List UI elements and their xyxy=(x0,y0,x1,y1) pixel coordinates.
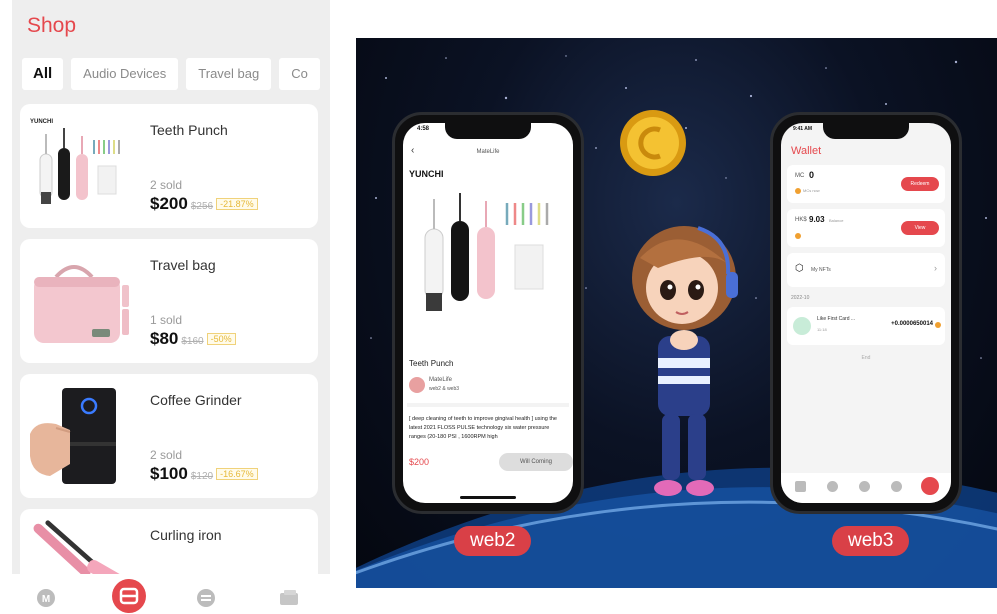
product-old-price: $160 xyxy=(181,336,204,347)
divider xyxy=(407,403,569,407)
product-card-travel-bag[interactable]: Travel bag 1 sold $80 $160 -50% xyxy=(20,239,318,363)
tab-co[interactable]: Co xyxy=(279,58,320,90)
mc-sub: MCs now xyxy=(803,188,820,193)
tab-audio-devices[interactable]: Audio Devices xyxy=(71,58,179,90)
date-filter[interactable]: 2022-10 xyxy=(791,295,809,301)
web2-screen: 4:58 ‹ MateLife YUNCHI Teeth Punch MateL… xyxy=(403,123,573,503)
product-card-teeth-punch[interactable]: YUNCHI Teeth Punch 2 sold $200 $256 -21.87… xyxy=(20,104,318,228)
card-icon[interactable] xyxy=(278,588,300,608)
shop-icon[interactable] xyxy=(827,481,838,492)
product-name: Coffee Grinder xyxy=(150,392,242,408)
product-title: Teeth Punch xyxy=(409,359,454,368)
phone-notch xyxy=(823,123,909,139)
product-price-row: $100 $120 -16.67% xyxy=(150,464,258,484)
m-icon[interactable]: M xyxy=(36,588,56,608)
product-name: Teeth Punch xyxy=(150,122,228,138)
view-button[interactable]: View xyxy=(901,221,939,235)
gold-coin-icon xyxy=(620,110,686,176)
phone-notch xyxy=(445,123,531,139)
chevron-right-icon: › xyxy=(934,263,937,273)
seller-name: MateLife xyxy=(429,377,453,383)
product-sold: 2 sold xyxy=(150,448,183,462)
promo-space-banner: 4:58 ‹ MateLife YUNCHI Teeth Punch MateL… xyxy=(356,38,997,588)
home-icon[interactable] xyxy=(795,481,806,492)
product-name: Curling iron xyxy=(150,527,222,543)
phone-price: $200 xyxy=(409,457,430,467)
water-flosser-image: YUNCHI xyxy=(26,114,138,218)
shop-panel: Shop All Audio Devices Travel bag Co YUN… xyxy=(12,0,330,614)
coffee-grinder-image xyxy=(26,384,138,488)
transaction-icon xyxy=(793,317,811,335)
wallet-icon[interactable] xyxy=(921,477,939,495)
home-indicator xyxy=(460,496,516,499)
coin-icon xyxy=(795,233,801,239)
hks-sub: Balance xyxy=(829,218,844,223)
product-price-row: $200 $256 -21.87% xyxy=(150,194,258,214)
seller-avatar xyxy=(409,377,425,393)
web2-phone: 4:58 ‹ MateLife YUNCHI Teeth Punch MateL… xyxy=(392,112,584,514)
chat-icon[interactable] xyxy=(196,588,216,608)
mc-label: MC xyxy=(795,173,805,179)
seller-sub: web2 & web3 xyxy=(429,386,460,392)
hks-value: 9.03 xyxy=(809,215,825,224)
status-time: 4:58 xyxy=(417,126,430,132)
character-figure xyxy=(632,226,738,496)
transaction-time: 11:18 xyxy=(817,327,827,332)
tab-travel-bag[interactable]: Travel bag xyxy=(186,58,272,90)
transaction-row[interactable]: Like First Card ... 11:18 +0.0000650014 xyxy=(787,307,945,345)
header-title: MateLife xyxy=(476,149,500,155)
product-price: $100 xyxy=(150,464,188,483)
will-coming-button[interactable]: Will Coming xyxy=(499,453,573,471)
shop-title: Shop xyxy=(27,14,77,37)
svg-text:M: M xyxy=(42,594,50,605)
product-price: $80 xyxy=(150,329,179,348)
product-old-price: $256 xyxy=(190,201,214,212)
coin-icon xyxy=(795,188,801,194)
end-label: End xyxy=(861,355,871,361)
mc-card: MC 0 MCs now Redeem xyxy=(787,165,945,203)
nft-icon: ⬡ xyxy=(795,263,804,274)
wallet-bottom-nav xyxy=(781,473,951,503)
product-name: Travel bag xyxy=(150,257,216,273)
web3-phone: 9:41 AM Wallet MC 0 MCs now Redeem HK$ 9… xyxy=(770,112,962,514)
web3-label: web3 xyxy=(832,526,910,556)
web3-screen: 9:41 AM Wallet MC 0 MCs now Redeem HK$ 9… xyxy=(781,123,951,503)
product-old-price: $120 xyxy=(190,471,214,482)
status-time: 9:41 AM xyxy=(793,126,812,132)
m-icon[interactable] xyxy=(859,481,870,492)
svg-text:YUNCHI: YUNCHI xyxy=(30,119,53,125)
product-discount-badge: -21.87% xyxy=(216,198,258,210)
shop-icon[interactable] xyxy=(111,578,147,614)
web2-label: web2 xyxy=(454,526,532,556)
product-discount-badge: -50% xyxy=(206,333,236,345)
product-price: $200 xyxy=(150,194,188,213)
product-image xyxy=(424,193,549,311)
my-nfts-row[interactable]: ⬡ My NFTs › xyxy=(787,253,945,287)
product-sold: 2 sold xyxy=(150,178,183,192)
tab-all[interactable]: All xyxy=(22,58,64,90)
transaction-amount: +0.0000650014 xyxy=(891,321,933,327)
chat-icon[interactable] xyxy=(891,481,902,492)
wallet-title: Wallet xyxy=(791,145,822,157)
product-sold: 1 sold xyxy=(150,313,183,327)
mc-value: 0 xyxy=(809,170,815,180)
my-nfts-label: My NFTs xyxy=(811,267,831,273)
product-description: [ deep cleaning of teeth to improve ging… xyxy=(409,416,557,440)
transaction-title: Like First Card ... xyxy=(817,316,856,322)
coin-icon xyxy=(935,322,941,328)
product-card-coffee-grinder[interactable]: Coffee Grinder 2 sold $100 $120 -16.67% xyxy=(20,374,318,498)
hks-label: HK$ xyxy=(795,217,807,223)
hks-card: HK$ 9.03 Balance View xyxy=(787,209,945,247)
bottom-nav: M xyxy=(12,574,330,614)
travel-bag-image xyxy=(26,249,138,353)
product-price-row: $80 $160 -50% xyxy=(150,329,236,349)
redeem-button[interactable]: Redeem xyxy=(901,177,939,191)
product-discount-badge: -16.67% xyxy=(216,468,258,480)
category-tabs: All Audio Devices Travel bag Co xyxy=(22,58,330,90)
brand-logo: YUNCHI xyxy=(409,169,444,179)
